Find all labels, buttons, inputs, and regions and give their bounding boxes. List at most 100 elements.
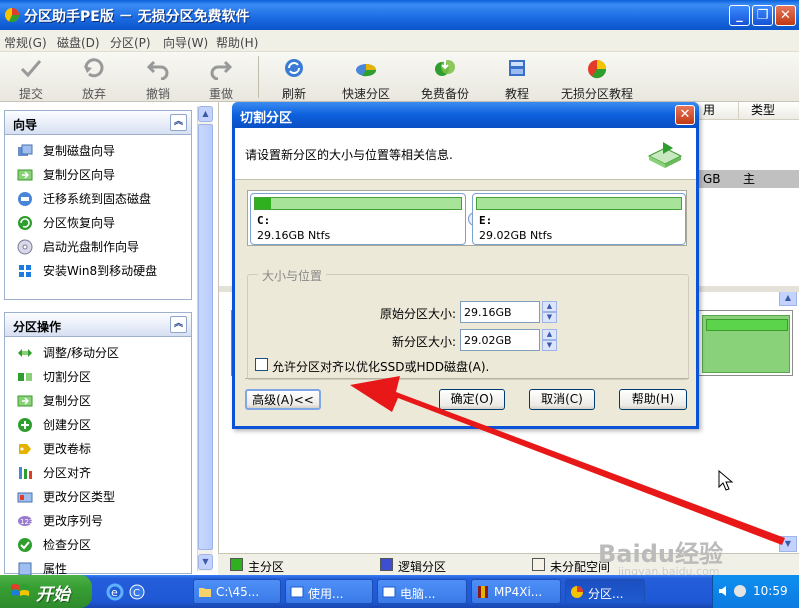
scroll-down-icon[interactable]: ▼ xyxy=(198,554,213,570)
spin-down-icon[interactable]: ▼ xyxy=(542,340,557,351)
partition-c-card[interactable]: C: 29.16GB Ntfs xyxy=(250,193,466,245)
close-button[interactable]: ✕ xyxy=(775,5,796,26)
new-size-spinner[interactable]: ▲ ▼ xyxy=(542,329,557,351)
cancel-button[interactable]: 取消(C) xyxy=(529,389,595,410)
partition-block[interactable] xyxy=(702,315,790,373)
start-button[interactable]: 开始 xyxy=(0,575,92,608)
op-change-label[interactable]: 更改卷标 xyxy=(5,437,191,461)
op-change-type[interactable]: 更改分区类型 xyxy=(5,485,191,509)
svg-text:123: 123 xyxy=(20,518,33,526)
refresh-icon xyxy=(285,59,303,77)
new-size-input[interactable]: 29.02GB xyxy=(460,329,540,351)
left-scrollbar[interactable]: ▲ ▼ xyxy=(197,106,213,571)
free-backup-button[interactable]: 免费备份 xyxy=(420,56,470,102)
scroll-thumb[interactable] xyxy=(198,124,213,550)
right-scroll-up-icon[interactable]: ▲ xyxy=(779,290,797,306)
advanced-button[interactable]: 高级(A)<< xyxy=(245,389,321,410)
spin-up-icon[interactable]: ▲ xyxy=(542,329,557,340)
redo-button[interactable]: 重做 xyxy=(204,56,238,102)
menu-partition[interactable]: 分区(P) xyxy=(110,34,151,51)
menu-wizard[interactable]: 向导(W) xyxy=(163,34,208,51)
split-partition-dialog: 切割分区 ✕ 请设置新分区的大小与位置等相关信息. C: 29.16GB Ntf… xyxy=(232,102,699,429)
dialog-banner: 请设置新分区的大小与位置等相关信息. xyxy=(235,128,696,180)
ie-icon[interactable]: e xyxy=(106,583,124,601)
watermark-brand: Baidu经验 xyxy=(598,540,723,568)
partition-preview: C: 29.16GB Ntfs E: 29.02GB Ntfs xyxy=(247,190,687,246)
dialog-close-button[interactable]: ✕ xyxy=(675,105,695,125)
serial-icon: 123 xyxy=(18,516,33,526)
checkbox-box[interactable] xyxy=(255,358,268,371)
lossless-tutorial-button[interactable]: 无损分区教程 xyxy=(560,56,634,102)
clock: 10:59 xyxy=(753,584,788,598)
op-split-partition[interactable]: 切割分区 xyxy=(5,365,191,389)
op-align-partition[interactable]: 分区对齐 xyxy=(5,461,191,485)
copy-icon xyxy=(17,395,33,407)
tray-app-icon[interactable] xyxy=(733,584,747,598)
op-create-partition[interactable]: 创建分区 xyxy=(5,413,191,437)
spin-down-icon[interactable]: ▼ xyxy=(542,312,557,323)
menu-disk[interactable]: 磁盘(D) xyxy=(57,34,100,51)
window-icon xyxy=(382,586,396,598)
task-mp4xi[interactable]: MP4Xi... xyxy=(471,579,561,604)
wizard-group-header[interactable]: 向导 ︽ xyxy=(5,111,191,135)
undo-button[interactable]: 撤销 xyxy=(141,56,175,102)
spin-up-icon[interactable]: ▲ xyxy=(542,301,557,312)
menu-help[interactable]: 帮助(H) xyxy=(216,34,258,51)
minimize-button[interactable]: _ xyxy=(729,5,750,26)
ok-button[interactable]: 确定(O) xyxy=(439,389,505,410)
wizard-partition-recovery[interactable]: 分区恢复向导 xyxy=(5,211,191,235)
column-type[interactable]: 类型 xyxy=(739,102,799,120)
original-size-input[interactable]: 29.16GB xyxy=(460,301,540,323)
menu-general[interactable]: 常规(G) xyxy=(4,34,47,51)
op-check-partition[interactable]: 检查分区 xyxy=(5,533,191,557)
wizard-win8-usb[interactable]: 安装Win8到移动硬盘 xyxy=(5,259,191,283)
svg-text:C: C xyxy=(133,588,140,599)
column-used[interactable]: 用 xyxy=(697,102,739,120)
maximize-button[interactable]: ❐ xyxy=(752,5,773,26)
resize-icon xyxy=(18,349,32,357)
task-folder[interactable]: C:\45... xyxy=(193,579,281,604)
scroll-up-icon[interactable]: ▲ xyxy=(198,106,213,122)
menu-bar: 常规(G) 磁盘(D) 分区(P) 向导(W) 帮助(H) xyxy=(0,30,799,52)
window-title: 分区助手PE版 － 无损分区免费软件 xyxy=(24,9,250,25)
discard-button[interactable]: 放弃 xyxy=(77,56,111,102)
op-copy-partition[interactable]: 复制分区 xyxy=(5,389,191,413)
colorful-disk-icon xyxy=(588,60,607,79)
collapse-wizard-icon[interactable]: ︽ xyxy=(170,114,187,131)
original-size-row: 原始分区大小: 29.16GB ▲ ▼ xyxy=(248,301,688,323)
task-partition-assistant[interactable]: 分区... xyxy=(565,579,645,604)
migrate-ssd-icon xyxy=(18,192,32,206)
book-icon xyxy=(509,60,525,76)
help-button[interactable]: 帮助(H) xyxy=(619,389,687,410)
partition-e-card[interactable]: E: 29.02GB Ntfs xyxy=(472,193,686,245)
wizard-copy-disk[interactable]: 复制磁盘向导 xyxy=(5,139,191,163)
task-usage[interactable]: 使用... xyxy=(285,579,373,604)
folder-icon xyxy=(199,588,211,597)
tutorial-button[interactable]: 教程 xyxy=(504,56,530,102)
commit-button[interactable]: 提交 xyxy=(14,56,48,102)
right-scroll-down-icon[interactable]: ▼ xyxy=(779,536,797,552)
quick-partition-button[interactable]: 快速分区 xyxy=(341,56,391,102)
op-resize-move[interactable]: 调整/移动分区 xyxy=(5,341,191,365)
wizard-boot-cd[interactable]: 启动光盘制作向导 xyxy=(5,235,191,259)
legend-primary: 主分区 xyxy=(248,560,285,574)
wizard-group: 向导 ︽ 复制磁盘向导 复制分区向导 迁移系统到固态磁盘 分区恢复向导 启动光盘… xyxy=(4,110,192,300)
type-icon xyxy=(17,492,33,503)
partition-ops-header[interactable]: 分区操作 ︽ xyxy=(5,313,191,337)
collapse-ops-icon[interactable]: ︽ xyxy=(170,316,187,333)
undo-icon xyxy=(146,60,169,81)
original-size-spinner[interactable]: ▲ ▼ xyxy=(542,301,557,323)
wizard-migrate-ssd[interactable]: 迁移系统到固态磁盘 xyxy=(5,187,191,211)
quicklaunch-icon[interactable]: C xyxy=(128,583,146,601)
speaker-icon[interactable] xyxy=(717,584,731,598)
discard-icon xyxy=(84,58,104,78)
wizard-copy-partition[interactable]: 复制分区向导 xyxy=(5,163,191,187)
op-change-serial[interactable]: 123 更改序列号 xyxy=(5,509,191,533)
recovery-icon xyxy=(18,216,32,230)
system-tray: 10:59 xyxy=(712,575,799,608)
task-computer[interactable]: 电脑... xyxy=(377,579,467,604)
refresh-button[interactable]: 刷新 xyxy=(279,56,309,102)
disk-row[interactable]: GB 主 xyxy=(697,170,799,188)
app-titlebar[interactable]: 分区助手PE版 － 无损分区免费软件 _ ❐ ✕ xyxy=(0,0,799,30)
dialog-titlebar[interactable]: 切割分区 ✕ xyxy=(232,102,699,128)
